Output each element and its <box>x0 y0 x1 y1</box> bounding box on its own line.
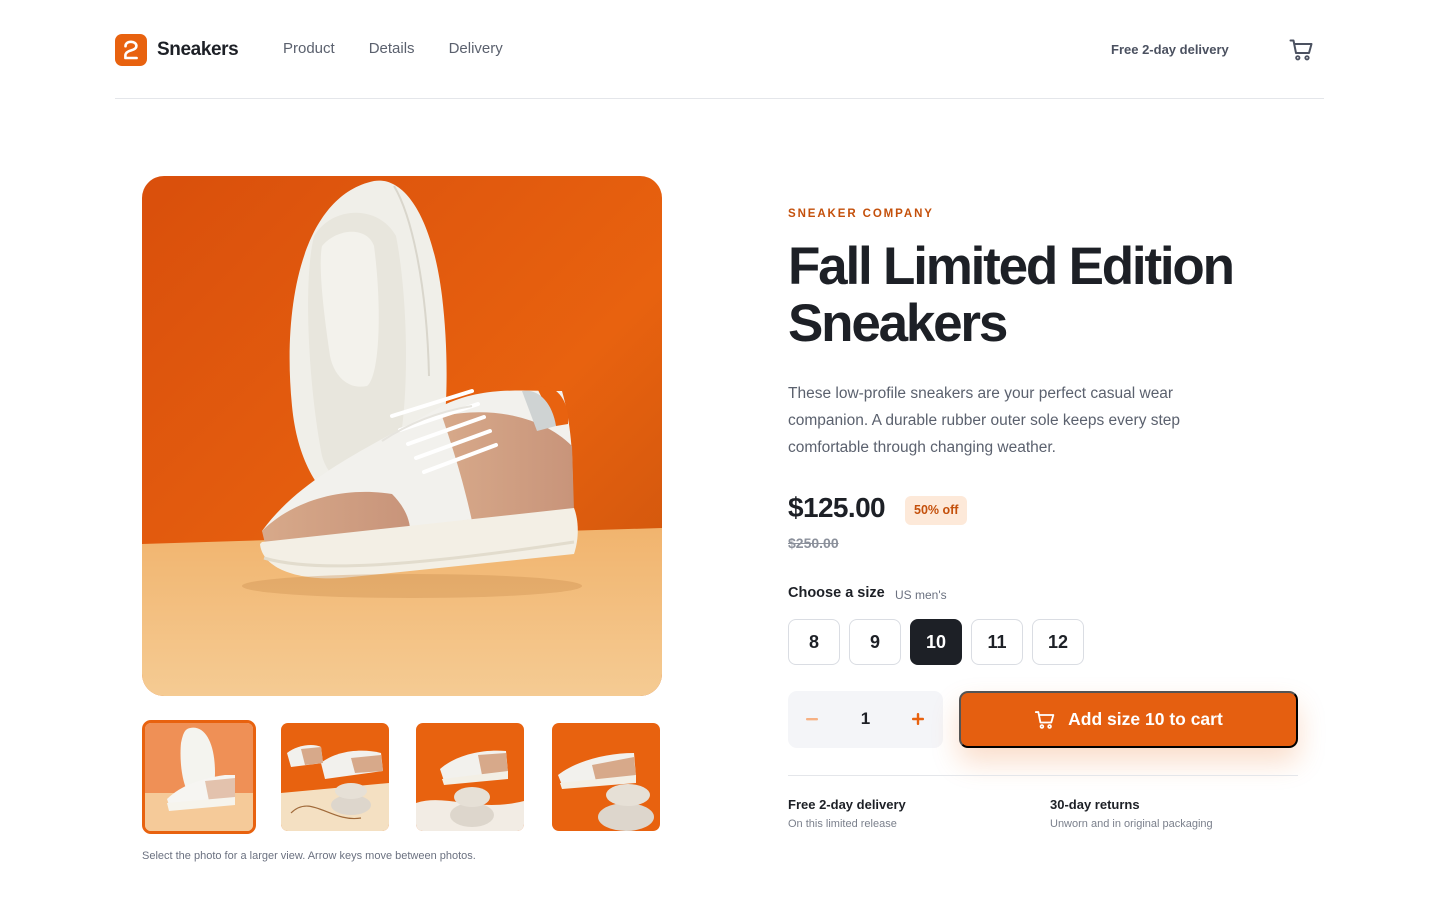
thumbnail-4[interactable] <box>552 723 660 831</box>
thumbnail-1[interactable] <box>142 720 256 834</box>
size-label: Choose a size <box>788 585 885 601</box>
thumbnail-2[interactable] <box>281 723 389 831</box>
add-to-cart-label: Add size 10 to cart <box>1068 709 1223 729</box>
product-title: Fall Limited Edition Sneakers <box>788 237 1235 353</box>
nav-link-product[interactable]: Product <box>283 40 335 57</box>
nav-link-details[interactable]: Details <box>369 40 415 57</box>
divider <box>788 775 1298 776</box>
size-option-10[interactable]: 10 <box>910 619 962 665</box>
size-option-11[interactable]: 11 <box>971 619 1023 665</box>
thumbnail-3[interactable] <box>416 723 524 831</box>
size-unit: US men's <box>895 588 947 602</box>
product-main-image[interactable] <box>142 176 662 696</box>
gallery-hint: Select the photo for a larger view. Arro… <box>142 850 476 862</box>
increment-button[interactable] <box>904 705 932 733</box>
product-description: These low-profile sneakers are your perf… <box>788 385 1181 456</box>
discount-badge: 50% off <box>905 496 968 525</box>
logo-icon <box>115 34 147 66</box>
size-option-12[interactable]: 12 <box>1032 619 1084 665</box>
size-option-8[interactable]: 8 <box>788 619 840 665</box>
plus-icon <box>912 713 924 725</box>
add-to-cart-button[interactable]: Add size 10 to cart <box>959 691 1298 748</box>
nav-link-delivery[interactable]: Delivery <box>449 40 503 57</box>
header-delivery-note: Free 2-day delivery <box>1111 42 1229 57</box>
cart-button[interactable] <box>1287 36 1315 64</box>
feature-returns: 30-day returns Unworn and in original pa… <box>1050 797 1213 830</box>
decrement-button[interactable] <box>798 705 826 733</box>
size-option-9[interactable]: 9 <box>849 619 901 665</box>
cart-icon <box>1035 710 1055 729</box>
feature-title: 30-day returns <box>1050 797 1140 812</box>
site-header: Sneakers Product Details Delivery Free 2… <box>115 0 1324 99</box>
quantity-value[interactable]: 1 <box>853 709 878 729</box>
feature-delivery: Free 2-day delivery On this limited rele… <box>788 797 906 830</box>
cart-icon <box>1289 39 1312 61</box>
company-name: SNEAKER COMPANY <box>788 208 934 220</box>
feature-title: Free 2-day delivery <box>788 797 906 812</box>
brand-logo[interactable]: Sneakers <box>115 34 239 66</box>
main-nav: Product Details Delivery <box>283 40 537 57</box>
quantity-stepper: 1 <box>788 691 943 748</box>
brand-name: Sneakers <box>157 39 239 60</box>
minus-icon <box>806 718 818 721</box>
thumbnail-strip <box>142 720 662 834</box>
feature-subtitle: Unworn and in original packaging <box>1050 818 1213 830</box>
current-price: $125.00 <box>788 492 886 523</box>
size-options: 8 9 10 11 12 <box>788 619 1093 665</box>
original-price: $250.00 <box>788 535 839 551</box>
feature-subtitle: On this limited release <box>788 818 897 830</box>
